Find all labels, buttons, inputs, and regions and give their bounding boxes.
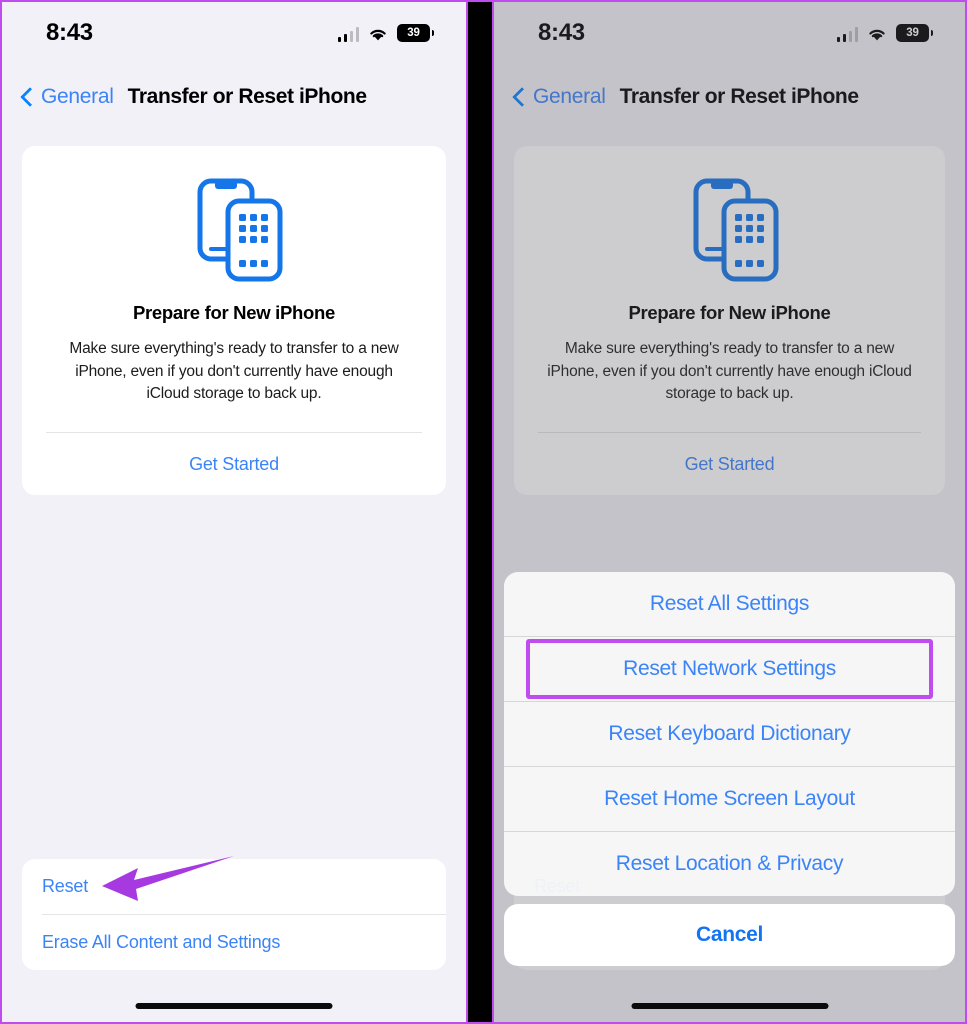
back-button-label[interactable]: General [533,85,606,109]
erase-all-content-and-settings-button[interactable]: Erase All Content and Settings [22,915,446,970]
get-started-button[interactable]: Get Started [22,433,446,495]
cellular-bars-icon [337,27,359,42]
two-iphones-transfer-icon [46,174,422,284]
page-title: Transfer or Reset iPhone [619,85,859,108]
reset-all-settings-option[interactable]: Reset All Settings [504,572,955,636]
two-panel-screenshot-figure: 8:43 39 General Transfer or Reset iPhone… [0,0,967,1024]
status-bar-clock: 8:43 [46,19,93,46]
status-bar-indicators: 39 [337,24,434,42]
battery-level-label: 39 [906,27,919,39]
navigation-bar: General Transfer or Reset iPhone [2,64,466,122]
cancel-button[interactable]: Cancel [504,904,955,966]
battery-level-label: 39 [407,27,420,39]
content-area: Prepare for New iPhone Make sure everyth… [494,146,965,495]
card-title: Prepare for New iPhone [132,302,336,323]
panel-separator [466,2,494,1022]
wifi-icon [368,27,388,42]
reset-action-sheet: Reset All Settings Reset Network Setting… [504,572,955,966]
reset-network-settings-option[interactable]: Reset Network Settings [504,637,955,701]
content-area: Prepare for New iPhone Make sure everyth… [2,146,466,495]
get-started-button[interactable]: Get Started [514,433,945,495]
reset-keyboard-dictionary-option[interactable]: Reset Keyboard Dictionary [504,702,955,766]
navigation-bar: General Transfer or Reset iPhone [494,64,965,122]
reset-location-and-privacy-option[interactable]: Reset Location & Privacy [504,832,955,896]
cellular-bars-icon [836,27,858,42]
iphone-screen-left: 8:43 39 General Transfer or Reset iPhone… [2,2,466,1022]
status-bar-indicators: 39 [836,24,933,42]
chevron-left-icon[interactable] [508,86,530,108]
card-description: Make sure everything's ready to transfer… [547,340,912,403]
page-title: Transfer or Reset iPhone [127,85,367,108]
action-sheet-options-group: Reset All Settings Reset Network Setting… [504,572,955,896]
prepare-for-new-iphone-card: Prepare for New iPhone Make sure everyth… [22,146,446,495]
status-bar: 8:43 39 [494,2,965,64]
chevron-left-icon[interactable] [16,86,38,108]
wifi-icon [867,27,887,42]
two-iphones-transfer-icon [538,174,921,284]
reset-button[interactable]: Reset [22,859,446,914]
reset-options-list: Reset Erase All Content and Settings [22,859,446,970]
status-bar: 8:43 39 [2,2,466,64]
home-indicator [631,1003,828,1009]
reset-home-screen-layout-option[interactable]: Reset Home Screen Layout [504,767,955,831]
card-description: Make sure everything's ready to transfer… [69,340,399,403]
iphone-screen-right: 8:43 39 General Transfer or Reset iPhone… [494,2,965,1022]
card-title: Prepare for New iPhone [628,302,831,323]
battery-icon: 39 [896,24,933,42]
card-body: Prepare for New iPhone Make sure everyth… [514,146,945,432]
back-button-label[interactable]: General [41,85,114,109]
home-indicator [135,1003,333,1009]
prepare-for-new-iphone-card: Prepare for New iPhone Make sure everyth… [514,146,945,495]
battery-icon: 39 [397,24,434,42]
status-bar-clock: 8:43 [538,19,585,46]
card-body: Prepare for New iPhone Make sure everyth… [22,146,446,432]
